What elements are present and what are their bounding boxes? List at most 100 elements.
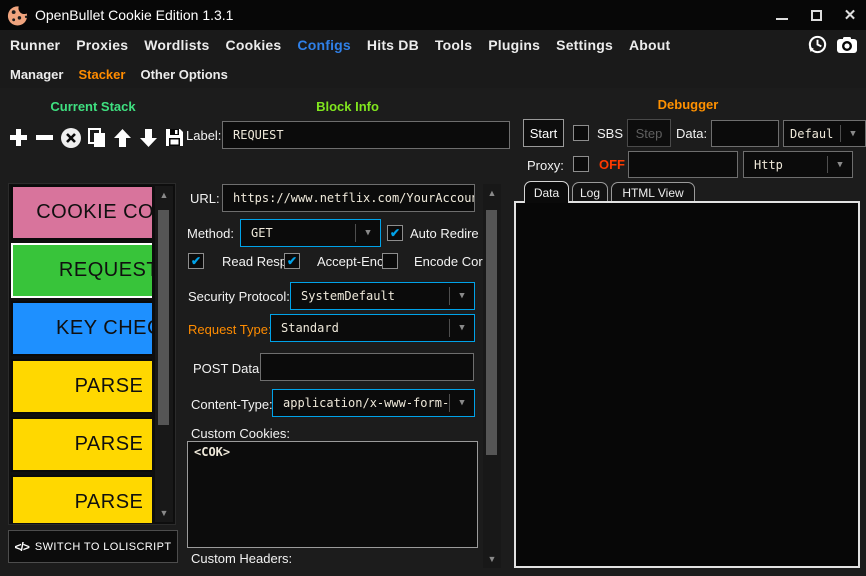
chevron-down-icon: ▼ bbox=[450, 291, 474, 301]
menu-runner[interactable]: Runner bbox=[10, 37, 60, 53]
url-input[interactable]: https://www.netflix.com/YourAccount bbox=[222, 184, 475, 212]
encode-content-checkbox[interactable] bbox=[382, 253, 398, 269]
custom-headers-caption: Custom Headers: bbox=[191, 551, 292, 566]
stack-block-parse-2[interactable]: PARSE bbox=[11, 417, 152, 472]
custom-cookies-textarea[interactable]: <COK> bbox=[187, 441, 478, 548]
proxy-type-dropdown[interactable]: Http▼ bbox=[743, 151, 853, 178]
close-button[interactable]: ✕ bbox=[842, 7, 858, 23]
update-history-icon[interactable] bbox=[806, 33, 829, 56]
chevron-down-icon: ▼ bbox=[450, 323, 474, 333]
content-type-caption: Content-Type: bbox=[191, 397, 273, 412]
custom-cookies-caption: Custom Cookies: bbox=[191, 426, 290, 441]
read-response-checkbox[interactable]: ✔ bbox=[188, 253, 204, 269]
proxy-caption: Proxy: bbox=[527, 158, 564, 173]
chevron-down-icon: ▼ bbox=[356, 228, 380, 238]
auto-redirect-checkbox[interactable]: ✔ bbox=[387, 225, 403, 241]
scroll-up-icon[interactable]: ▲ bbox=[155, 188, 173, 202]
title-bar: OpenBullet Cookie Edition 1.3.1 ✕ bbox=[0, 0, 866, 30]
post-data-input[interactable] bbox=[260, 353, 474, 381]
stack-block-request[interactable]: REQUEST bbox=[11, 243, 152, 298]
proxy-input[interactable] bbox=[628, 151, 738, 178]
auto-redirect-label: Auto Redire bbox=[410, 226, 479, 241]
scroll-down-icon[interactable]: ▼ bbox=[155, 506, 173, 520]
security-protocol-dropdown[interactable]: SystemDefault▼ bbox=[290, 282, 475, 310]
block-info-scrollbar[interactable]: ▲ ▼ bbox=[483, 184, 501, 568]
disable-block-icon[interactable] bbox=[59, 126, 82, 149]
encode-content-label: Encode Cor bbox=[414, 254, 483, 269]
scroll-down-icon[interactable]: ▼ bbox=[483, 552, 501, 566]
stack-block-parse-3[interactable]: PARSE bbox=[11, 475, 152, 523]
chevron-down-icon: ▼ bbox=[828, 160, 852, 170]
proxy-status-badge: OFF bbox=[599, 157, 625, 172]
menu-hitsdb[interactable]: Hits DB bbox=[367, 37, 419, 53]
code-icon: </> bbox=[15, 540, 29, 554]
current-stack-title: Current Stack bbox=[0, 99, 186, 114]
move-up-icon[interactable] bbox=[111, 126, 134, 149]
read-response-label: Read Resp. bbox=[222, 254, 291, 269]
debug-data-caption: Data: bbox=[676, 126, 707, 141]
debug-data-input[interactable] bbox=[711, 120, 779, 147]
security-protocol-caption: Security Protocol: bbox=[188, 289, 290, 304]
menu-plugins[interactable]: Plugins bbox=[488, 37, 540, 53]
remove-block-icon[interactable] bbox=[33, 126, 56, 149]
clone-block-icon[interactable] bbox=[85, 126, 108, 149]
debugger-data-view[interactable] bbox=[514, 201, 860, 568]
request-type-caption: Request Type: bbox=[188, 322, 272, 337]
sbs-label: SBS bbox=[597, 126, 623, 141]
menu-wordlists[interactable]: Wordlists bbox=[144, 37, 209, 53]
minimize-icon bbox=[776, 18, 788, 20]
minimize-button[interactable] bbox=[774, 7, 790, 23]
content-type-dropdown[interactable]: application/x-www-form-u▼ bbox=[272, 389, 475, 417]
add-block-icon[interactable] bbox=[7, 126, 30, 149]
scroll-up-icon[interactable]: ▲ bbox=[483, 186, 501, 200]
chevron-down-icon: ▼ bbox=[841, 129, 865, 139]
method-dropdown[interactable]: GET▼ bbox=[240, 219, 381, 247]
submenu-other-options[interactable]: Other Options bbox=[140, 67, 227, 82]
stack-block-list: COOKIE CONT REQUEST KEY CHEC PARSE PARSE… bbox=[8, 183, 176, 525]
close-icon: ✕ bbox=[844, 6, 857, 24]
maximize-icon bbox=[811, 10, 822, 21]
proxy-checkbox[interactable] bbox=[573, 156, 589, 172]
menu-configs[interactable]: Configs bbox=[297, 37, 351, 53]
start-button[interactable]: Start bbox=[523, 119, 564, 147]
window-title: OpenBullet Cookie Edition 1.3.1 bbox=[35, 7, 233, 23]
tab-data[interactable]: Data bbox=[524, 181, 569, 203]
debugger-title: Debugger bbox=[514, 97, 862, 112]
stack-block-cookie[interactable]: COOKIE CONT bbox=[11, 185, 152, 240]
stack-block-keycheck[interactable]: KEY CHEC bbox=[11, 301, 152, 356]
step-button[interactable]: Step bbox=[627, 119, 671, 147]
scroll-thumb[interactable] bbox=[158, 210, 169, 425]
accept-encoding-checkbox[interactable]: ✔ bbox=[284, 253, 300, 269]
save-stack-icon[interactable] bbox=[163, 126, 186, 149]
tab-html-view[interactable]: HTML View bbox=[611, 182, 695, 202]
method-caption: Method: bbox=[187, 226, 234, 241]
main-menu: Runner Proxies Wordlists Cookies Configs… bbox=[0, 30, 866, 60]
scroll-thumb[interactable] bbox=[486, 210, 497, 455]
block-info-title: Block Info bbox=[185, 99, 510, 114]
screenshot-camera-icon[interactable] bbox=[835, 33, 858, 56]
label-input[interactable]: REQUEST bbox=[222, 121, 510, 149]
stack-toolbar bbox=[7, 126, 186, 149]
label-caption: Label: bbox=[186, 128, 221, 143]
menu-about[interactable]: About bbox=[629, 37, 670, 53]
accept-encoding-label: Accept-Enc bbox=[317, 254, 383, 269]
configs-submenu: Manager Stacker Other Options bbox=[0, 60, 866, 88]
sbs-checkbox[interactable] bbox=[573, 125, 589, 141]
stack-list-scrollbar[interactable]: ▲ ▼ bbox=[155, 186, 173, 522]
maximize-button[interactable] bbox=[808, 7, 824, 23]
menu-cookies[interactable]: Cookies bbox=[226, 37, 282, 53]
url-caption: URL: bbox=[190, 191, 220, 206]
menu-settings[interactable]: Settings bbox=[556, 37, 613, 53]
move-down-icon[interactable] bbox=[137, 126, 160, 149]
submenu-manager[interactable]: Manager bbox=[10, 67, 63, 82]
request-type-dropdown[interactable]: Standard▼ bbox=[270, 314, 475, 342]
menu-tools[interactable]: Tools bbox=[435, 37, 472, 53]
tab-log[interactable]: Log bbox=[572, 182, 608, 202]
wordlist-type-dropdown[interactable]: Defaul▼ bbox=[783, 120, 866, 147]
menu-proxies[interactable]: Proxies bbox=[76, 37, 128, 53]
stack-block-parse-1[interactable]: PARSE bbox=[11, 359, 152, 414]
chevron-down-icon: ▼ bbox=[450, 398, 474, 408]
switch-to-loliscript-button[interactable]: </> SWITCH TO LOLISCRIPT bbox=[8, 530, 178, 563]
submenu-stacker[interactable]: Stacker bbox=[78, 67, 125, 82]
post-data-caption: POST Data: bbox=[193, 361, 263, 376]
